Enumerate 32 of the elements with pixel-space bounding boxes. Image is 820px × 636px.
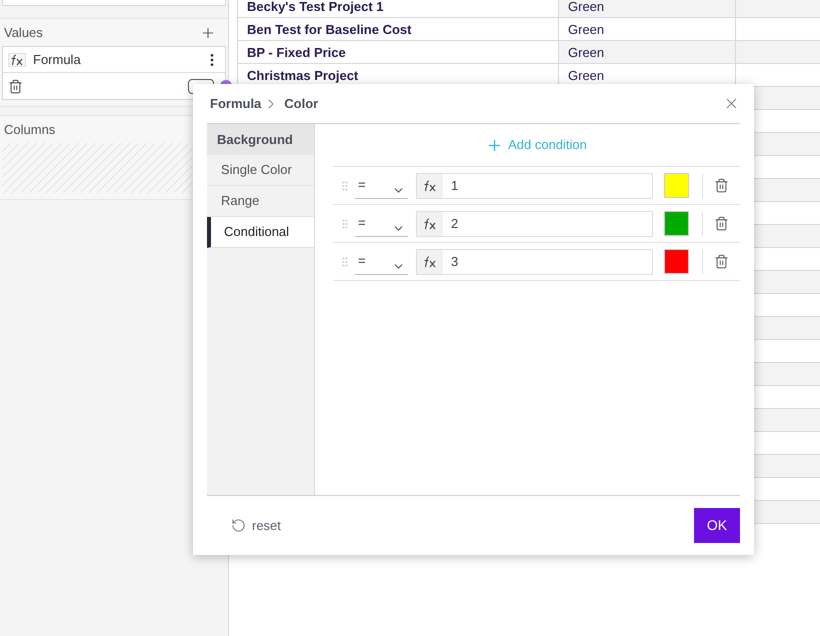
section-title: Values (4, 24, 43, 42)
formula-field[interactable]: 1 (416, 172, 653, 198)
table-cell: Ben Test for Baseline Cost (238, 18, 559, 40)
formula-field[interactable]: 3 (416, 248, 653, 274)
table-cell: Green (559, 41, 736, 63)
tab-group-heading: Background (207, 124, 314, 155)
operator-select[interactable]: = (355, 210, 408, 236)
formula-field[interactable]: 2 (416, 210, 653, 236)
reset-icon (231, 518, 246, 533)
table-cell: Green (559, 18, 736, 40)
tab[interactable]: Single Color (207, 155, 314, 186)
function-icon (423, 180, 437, 192)
table-cell: Green (559, 0, 736, 17)
function-icon (10, 54, 24, 66)
function-icon (423, 256, 437, 268)
breadcrumb-item: Color (283, 94, 318, 113)
function-icon (423, 218, 437, 230)
operator-select[interactable]: = (355, 172, 408, 198)
trash-icon[interactable] (714, 254, 729, 269)
ok-button[interactable]: OK (694, 508, 740, 543)
color-swatch[interactable] (664, 249, 689, 274)
tab[interactable]: Conditional (207, 217, 314, 248)
reset-button[interactable]: reset (231, 516, 281, 536)
color-swatch[interactable] (664, 211, 689, 236)
operator-select[interactable]: = (355, 248, 408, 274)
trash-icon[interactable] (8, 78, 23, 94)
color-swatch[interactable] (664, 173, 689, 198)
breadcrumb-item: Formula (209, 94, 262, 113)
trash-icon[interactable] (714, 216, 729, 231)
value-label: Formula (33, 50, 82, 69)
section-title: Columns (4, 120, 56, 139)
trash-icon[interactable] (714, 178, 729, 193)
